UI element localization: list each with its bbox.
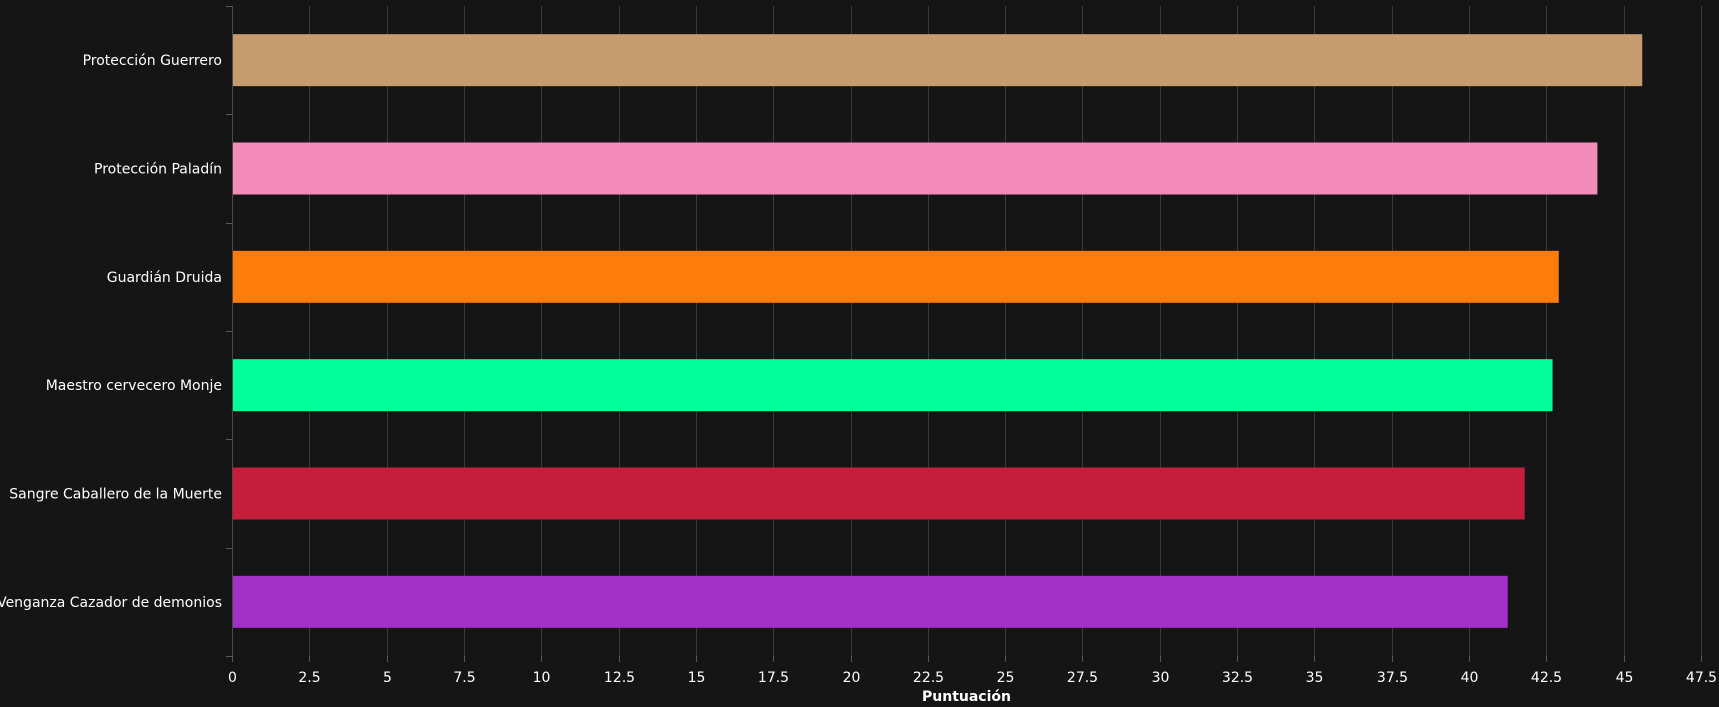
bar-chart: 0 2.5 5 7.5 10 12.5 15 17.5 20 22.5 25 27.5 30 32.5 35…	[0, 6, 1717, 705]
bar[interactable]	[233, 142, 1598, 195]
x-tick-label: 40	[1461, 670, 1479, 686]
x-tick-label: 42.5	[1531, 670, 1562, 686]
x-tick-label: 7.5	[453, 670, 475, 686]
bar[interactable]	[233, 34, 1643, 87]
x-tick-label: 37.5	[1377, 670, 1408, 686]
bar[interactable]	[233, 575, 1508, 628]
axis-layer	[226, 6, 1702, 662]
x-tick-label: 32.5	[1222, 670, 1253, 686]
x-tick-label: 5	[383, 670, 392, 686]
bar[interactable]	[233, 250, 1559, 303]
x-tick-label: 25	[997, 670, 1015, 686]
x-tick-label: 17.5	[758, 670, 789, 686]
x-tick-label: 47.5	[1686, 670, 1717, 686]
x-tick-label: 15	[688, 670, 706, 686]
x-tick-label: 30	[1152, 670, 1170, 686]
category-label: Guardián Druida	[107, 270, 222, 286]
x-tick-label: 22.5	[913, 670, 944, 686]
x-tick-label: 0	[228, 670, 237, 686]
x-tick-label: 45	[1616, 670, 1634, 686]
bar-layer	[233, 34, 1643, 628]
x-tick-label: 10	[533, 670, 551, 686]
chart-container: 0 2.5 5 7.5 10 12.5 15 17.5 20 22.5 25 27.5 30 32.5 35…	[0, 0, 1719, 707]
x-axis-title: Puntuación	[922, 689, 1011, 705]
x-tick-label: 27.5	[1067, 670, 1098, 686]
category-label: Protección Guerrero	[83, 53, 222, 69]
bar[interactable]	[233, 467, 1525, 520]
category-label: Protección Paladín	[94, 162, 222, 178]
category-label: Sangre Caballero de la Muerte	[9, 487, 222, 503]
x-tick-label: 12.5	[604, 670, 635, 686]
x-tick-label: 35	[1306, 670, 1324, 686]
category-label: Venganza Cazador de demonios	[0, 595, 222, 611]
x-tick-label: 2.5	[298, 670, 320, 686]
grid-layer	[309, 6, 1702, 656]
x-tick-label: 20	[843, 670, 861, 686]
bar[interactable]	[233, 359, 1553, 412]
category-label: Maestro cervecero Monje	[46, 378, 222, 394]
